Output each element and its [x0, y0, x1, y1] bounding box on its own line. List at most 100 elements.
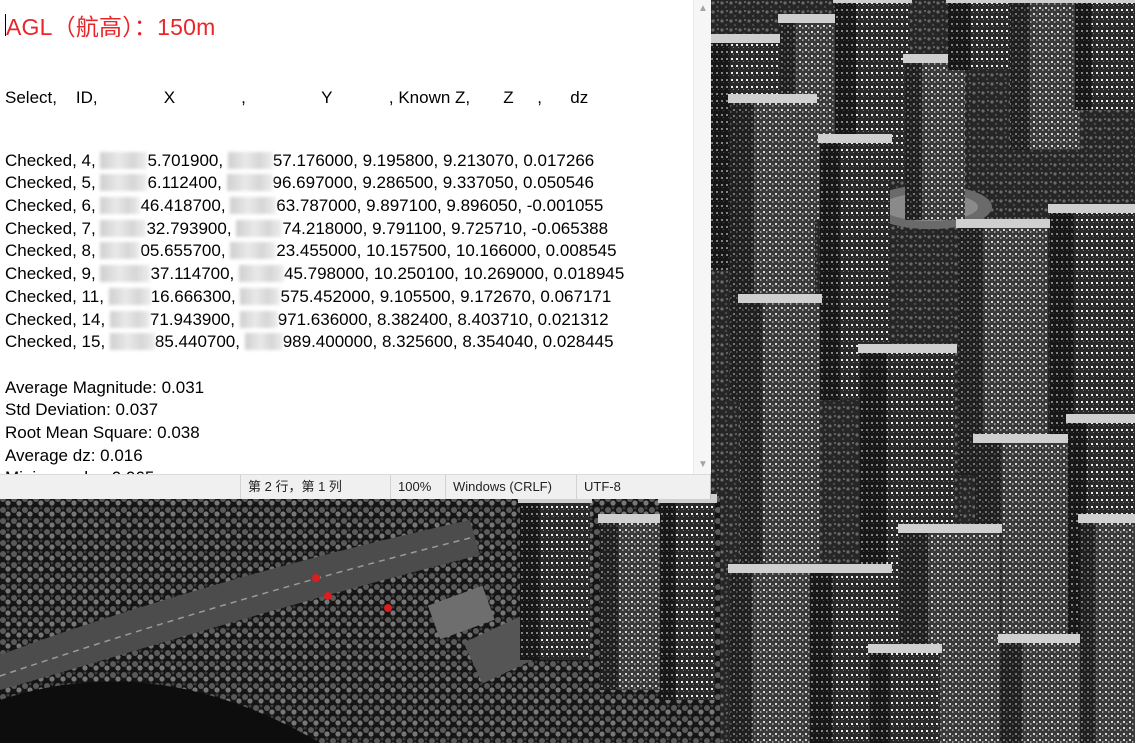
row-y-and-z-values: 74.218000, 9.791100, 9.725710, -0.065388	[282, 218, 609, 238]
checkpoint-marker	[312, 574, 320, 582]
building-roof	[728, 94, 817, 103]
data-row: Checked, 7, 32.793900, 74.218000, 9.7911…	[5, 218, 624, 241]
building-roof	[708, 34, 782, 43]
redacted-x-prefix	[109, 310, 150, 328]
row-prefix: Checked, 8,	[5, 241, 101, 261]
chevron-down-icon[interactable]: ▼	[698, 460, 708, 470]
status-cursor-position: 第 2 行，第 1 列	[240, 475, 391, 499]
building-roof	[833, 0, 912, 3]
redacted-y-prefix	[230, 242, 277, 260]
text-content: Select, ID, X , Y , Known Z, Z , dz Chec…	[5, 47, 624, 474]
building-roof	[1066, 414, 1135, 423]
row-x-value: 6.112400,	[147, 173, 227, 193]
row-x-value: 71.943900,	[149, 309, 240, 329]
building-shadow-side	[1010, 0, 1030, 150]
building-roof	[1078, 514, 1135, 523]
agl-title-line: AGL（航高）：150m	[6, 14, 216, 40]
building-roof	[598, 514, 667, 523]
row-x-value: 16.666300,	[150, 286, 241, 306]
row-x-value: 37.114700,	[150, 264, 239, 284]
checkpoint-marker	[324, 592, 332, 600]
building-shadow-side	[660, 500, 676, 700]
building-roof	[778, 14, 837, 23]
building-roof	[956, 219, 1050, 228]
redacted-y-prefix	[239, 265, 284, 283]
redacted-x-prefix	[100, 151, 148, 169]
row-x-value: 85.440700,	[154, 332, 245, 352]
text-editor-area[interactable]: AGL（航高）：150m Select, ID, X , Y , Known Z…	[0, 0, 693, 474]
data-row: Checked, 8, 05.655700, 23.455000, 10.157…	[5, 240, 624, 263]
building-shadow-side	[820, 140, 840, 400]
data-row: Checked, 14, 71.943900, 971.636000, 8.38…	[5, 309, 624, 332]
redacted-x-prefix	[100, 219, 147, 237]
status-zoom: 100%	[390, 475, 438, 499]
text-caret	[5, 14, 6, 36]
row-prefix: Checked, 6,	[5, 196, 101, 216]
row-y-and-z-values: 63.787000, 9.897100, 9.896050, -0.001055	[276, 196, 604, 216]
data-row: Checked, 9, 37.114700, 45.798000, 10.250…	[5, 263, 624, 286]
building-shadow-side	[905, 60, 922, 220]
vertical-scrollbar[interactable]: ▲ ▼	[693, 0, 711, 474]
row-y-and-z-values: 971.636000, 8.382400, 8.403710, 0.021312	[277, 309, 609, 329]
stat-line: Std Deviation: 0.037	[5, 400, 159, 420]
redacted-x-prefix	[100, 174, 148, 192]
row-y-and-z-values: 57.176000, 9.195800, 9.213070, 0.017266	[272, 150, 595, 170]
building-shadow-side	[600, 520, 619, 690]
redacted-x-prefix	[108, 287, 151, 305]
row-prefix: Checked, 7,	[5, 218, 101, 238]
row-x-value: 32.793900,	[146, 218, 237, 238]
row-prefix: Checked, 14,	[5, 309, 110, 329]
redacted-y-prefix	[230, 197, 277, 215]
row-prefix: Checked, 15,	[5, 332, 110, 352]
stat-line: Average dz: 0.016	[5, 445, 143, 465]
row-x-value: 5.701900,	[147, 150, 228, 170]
row-x-value: 05.655700,	[140, 241, 231, 261]
redacted-y-prefix	[226, 174, 273, 192]
row-y-and-z-values: 23.455000, 10.157500, 10.166000, 0.00854…	[276, 241, 617, 261]
building-roof	[973, 434, 1072, 443]
redacted-x-prefix	[100, 242, 141, 260]
row-y-and-z-values: 989.400000, 8.325600, 8.354040, 0.028445	[282, 332, 614, 352]
redacted-y-prefix	[244, 333, 283, 351]
building-shadow-side	[520, 500, 540, 660]
status-encoding: UTF-8	[576, 475, 704, 499]
building-roof	[858, 344, 957, 353]
building-roof	[998, 634, 1082, 643]
row-prefix: Checked, 9,	[5, 264, 101, 284]
building-roof	[898, 524, 1002, 533]
building-roof	[818, 134, 892, 143]
row-prefix: Checked, 4,	[5, 150, 101, 170]
building-shadow-side	[870, 650, 890, 743]
building-shadow-side	[948, 0, 971, 70]
chevron-up-icon[interactable]: ▲	[698, 4, 708, 14]
stat-line: Average Magnitude: 0.031	[5, 377, 205, 397]
redacted-y-prefix	[227, 151, 273, 169]
building-roof	[868, 644, 942, 653]
stat-line: Minimum dz: -0.065	[5, 467, 624, 474]
building-roof	[1008, 0, 1082, 3]
status-bar: 第 2 行，第 1 列 100% Windows (CRLF) UTF-8	[0, 474, 710, 499]
redacted-y-prefix	[240, 287, 281, 305]
building-roof	[738, 294, 822, 303]
status-spacer	[0, 475, 239, 499]
building-shadow-side	[1080, 520, 1096, 743]
building-shadow-side	[1000, 640, 1023, 743]
redacted-y-prefix	[236, 219, 283, 237]
row-x-value: 46.418700,	[140, 196, 231, 216]
data-row: Checked, 5, 6.112400, 96.697000, 9.28650…	[5, 172, 624, 195]
building-shadow-side	[1075, 0, 1092, 110]
redacted-x-prefix	[100, 197, 141, 215]
data-row: Checked, 4, 5.701900, 57.176000, 9.19580…	[5, 150, 624, 173]
redacted-x-prefix	[100, 265, 151, 283]
redacted-x-prefix	[109, 333, 155, 351]
stat-line: Root Mean Square: 0.038	[5, 422, 200, 442]
building-shadow-side	[710, 40, 730, 270]
data-row: Checked, 6, 46.418700, 63.787000, 9.8971…	[5, 195, 624, 218]
data-row: Checked, 15, 85.440700, 989.400000, 8.32…	[5, 331, 624, 354]
data-row: Checked, 11, 16.666300, 575.452000, 9.10…	[5, 286, 624, 309]
row-y-and-z-values: 45.798000, 10.250100, 10.269000, 0.01894…	[284, 264, 625, 284]
building-roof	[1048, 204, 1135, 213]
checkpoint-marker	[384, 604, 392, 612]
row-prefix: Checked, 5,	[5, 173, 101, 193]
